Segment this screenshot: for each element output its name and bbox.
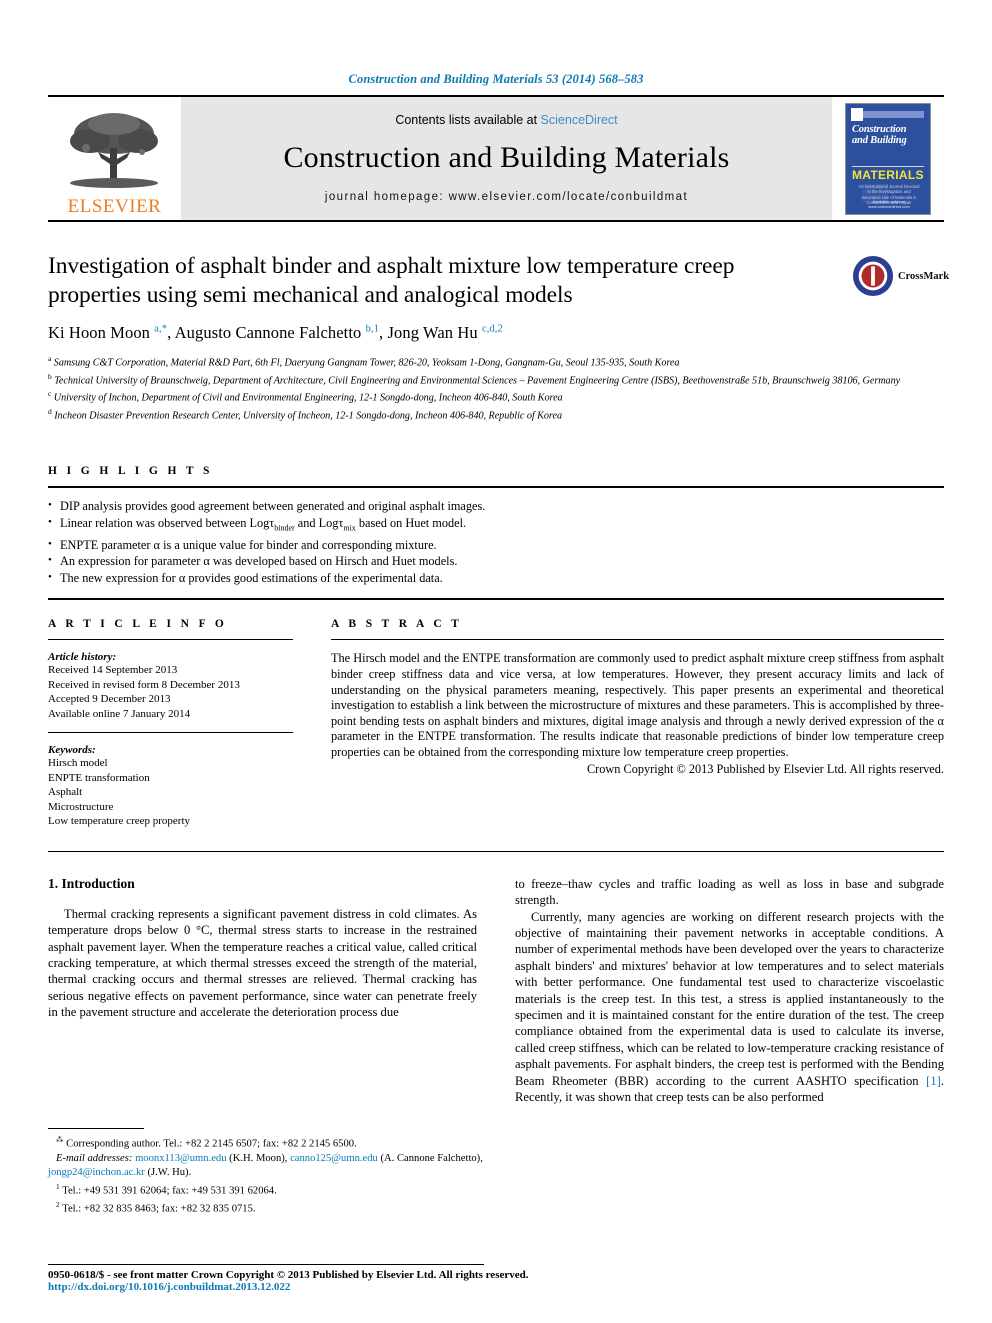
- history-revised: Received in revised form 8 December 2013: [48, 678, 240, 691]
- article-info-rule: [48, 639, 293, 641]
- cover-divider: [852, 165, 924, 167]
- masthead-center: Contents lists available at ScienceDirec…: [181, 97, 832, 220]
- journal-cover-thumbnail[interactable]: Construction and Building MATERIALS An I…: [845, 102, 931, 215]
- body-column-right: to freeze–thaw cycles and traffic loadin…: [515, 876, 944, 1106]
- cover-footer-text: Available online at www.sciencedirect.co…: [868, 198, 910, 209]
- journal-cover-wrap: Construction and Building MATERIALS An I…: [832, 97, 944, 220]
- crossmark-label: CrossMark: [898, 270, 950, 282]
- abstract-rule: [331, 639, 944, 641]
- footnote-rule: [48, 1128, 144, 1129]
- history-accepted: Accepted 9 December 2013: [48, 693, 171, 706]
- list-item: Linear relation was observed between Log…: [48, 514, 944, 537]
- affiliation-b: b Technical University of Braunschweig, …: [48, 371, 901, 386]
- article-info-column: A R T I C L E I N F O Article history: R…: [48, 618, 293, 829]
- contents-prefix: Contents lists available at: [395, 112, 541, 127]
- section-heading-introduction: 1. Introduction: [48, 875, 135, 891]
- cover-title-line-1: Construction and Building: [852, 124, 926, 147]
- keywords-rule: [48, 732, 293, 734]
- keywords-block: Keywords: Hirsch model ENPTE transformat…: [48, 744, 293, 829]
- article-info-label: A R T I C L E I N F O: [48, 618, 228, 631]
- cover-word-and-building: and Building: [852, 135, 907, 146]
- contents-available-line: Contents lists available at ScienceDirec…: [395, 113, 617, 127]
- keyword-item: Asphalt: [48, 786, 83, 799]
- author-list: Ki Hoon Moon a,*, Augusto Cannone Falche…: [48, 323, 503, 342]
- paragraph: Currently, many agencies are working on …: [515, 909, 944, 1105]
- footnote-note-2: 2 Tel.: +82 32 835 8463; fax: +82 32 835…: [56, 1200, 256, 1215]
- keywords-title: Keywords:: [48, 744, 96, 757]
- highlights-label: H I G H L I G H T S: [48, 465, 213, 478]
- list-item: The new expression for α provides good e…: [48, 569, 944, 587]
- journal-homepage-link[interactable]: journal homepage: www.elsevier.com/locat…: [325, 191, 688, 203]
- journal-masthead: ELSEVIER Contents lists available at Sci…: [48, 95, 944, 222]
- footnote-corresponding-author: ⁂ Corresponding author. Tel.: +82 2 2145…: [56, 1135, 357, 1150]
- page-title: Investigation of asphalt binder and asph…: [48, 253, 735, 308]
- paragraph: to freeze–thaw cycles and traffic loadin…: [515, 876, 944, 908]
- elsevier-logo: ELSEVIER: [48, 97, 181, 220]
- paper-page: Construction and Building Materials 53 (…: [0, 0, 992, 1323]
- highlights-section: H I G H L I G H T S DIP analysis provide…: [48, 465, 944, 601]
- body-columns: 1. Introduction Thermal cracking represe…: [48, 876, 944, 1106]
- cover-title-line-2: MATERIALS: [852, 167, 924, 182]
- abstract-copyright: Crown Copyright © 2013 Published by Else…: [586, 762, 944, 777]
- doi-link[interactable]: http://dx.doi.org/10.1016/j.conbuildmat.…: [48, 1281, 944, 1293]
- history-received: Received 14 September 2013: [48, 664, 178, 677]
- keyword-item: ENPTE transformation: [48, 771, 150, 784]
- highlights-rule: [48, 486, 944, 489]
- page-footer: 0950-0618/$ - see front matter Crown Cop…: [48, 1264, 944, 1293]
- cover-word-construction: Construction: [852, 123, 907, 135]
- affiliation-list: a Samsung C&T Corporation, Material R&D …: [48, 352, 944, 422]
- footer-rule: [48, 1264, 484, 1265]
- sciencedirect-link[interactable]: ScienceDirect: [541, 113, 618, 127]
- keyword-item: Microstructure: [48, 800, 114, 813]
- elsevier-tree-icon: [70, 113, 158, 188]
- list-item: An expression for parameter α was develo…: [48, 552, 944, 570]
- history-online: Available online 7 January 2014: [48, 707, 191, 720]
- issn-copyright-line: 0950-0618/$ - see front matter Crown Cop…: [48, 1269, 529, 1281]
- keyword-item: Hirsch model: [48, 757, 108, 770]
- affiliation-d: d Incheon Disaster Prevention Research C…: [48, 406, 562, 422]
- highlights-bottom-rule: [48, 598, 944, 601]
- cover-top-bar: [856, 110, 924, 118]
- affiliation-a: a Samsung C&T Corporation, Material R&D …: [48, 354, 680, 369]
- article-history-block: Article history: Received 14 September 2…: [48, 651, 293, 721]
- journal-title: Construction and Building Materials: [283, 140, 730, 174]
- list-item: ENPTE parameter α is a unique value for …: [48, 536, 944, 554]
- article-history-title: Article history:: [48, 651, 117, 664]
- footnotes-block: ⁂ Corresponding author. Tel.: +82 2 2145…: [48, 1128, 484, 1217]
- highlights-list: DIP analysis provides good agreement bet…: [48, 497, 944, 587]
- paragraph: Thermal cracking represents a significan…: [48, 906, 477, 1020]
- footnote-email-addresses[interactable]: E-mail addresses: moonx113@umn.edu (K.H.…: [48, 1152, 484, 1180]
- elsevier-wordmark: ELSEVIER: [67, 196, 162, 217]
- list-item: DIP analysis provides good agreement bet…: [48, 497, 944, 515]
- keyword-item: Low temperature creep property: [48, 815, 191, 828]
- info-abstract-section: A R T I C L E I N F O Article history: R…: [48, 618, 944, 829]
- abstract-label: A B S T R A C T: [331, 618, 463, 631]
- affiliation-c: c University of Inchon, Department of Ci…: [48, 389, 563, 404]
- crossmark-badge[interactable]: CrossMark: [852, 254, 949, 298]
- cover-elsevier-mark: [851, 107, 863, 121]
- body-column-left: 1. Introduction Thermal cracking represe…: [48, 876, 477, 1106]
- journal-running-head: Construction and Building Materials 53 (…: [348, 72, 644, 86]
- title-block: Investigation of asphalt binder and asph…: [48, 252, 949, 422]
- footnote-note-1: 1 Tel.: +49 531 391 62064; fax: +49 531 …: [56, 1181, 277, 1197]
- abstract-column: A B S T R A C T The Hirsch model and the…: [331, 618, 944, 829]
- crossmark-icon: [852, 255, 894, 297]
- abstract-text: The Hirsch model and the ENTPE transform…: [331, 651, 944, 759]
- body-separator-rule: [48, 850, 944, 852]
